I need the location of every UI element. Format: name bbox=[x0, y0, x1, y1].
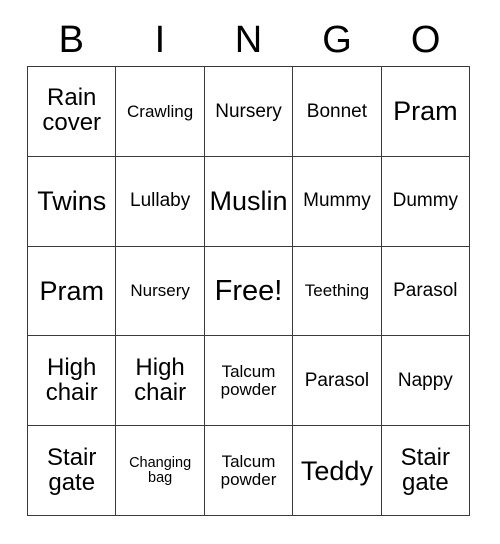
bingo-row: Twins Lullaby Muslin Mummy Dummy bbox=[28, 156, 471, 247]
bingo-header-letter-n: N bbox=[234, 19, 263, 61]
bingo-cell[interactable]: Crawling bbox=[116, 67, 205, 157]
bingo-cell[interactable]: Pram bbox=[28, 246, 117, 337]
bingo-row: Stair gate Changing bag Talcum powder Te… bbox=[28, 426, 471, 516]
bingo-cell[interactable]: Nursery bbox=[204, 67, 294, 157]
bingo-cell-label: Twins bbox=[37, 186, 107, 217]
bingo-row: Rain cover Crawling Nursery Bonnet Pram bbox=[28, 67, 471, 157]
bingo-cell[interactable]: High chair bbox=[116, 336, 205, 427]
bingo-cell-label: Mummy bbox=[303, 190, 371, 212]
bingo-cell-label: Nursery bbox=[130, 281, 190, 301]
bingo-cell-label: Crawling bbox=[127, 101, 194, 121]
bingo-card: B I N G O Rain cover Crawling Nursery Bo… bbox=[0, 0, 500, 544]
bingo-cell[interactable]: Teething bbox=[293, 246, 382, 337]
bingo-cell-label: Muslin bbox=[209, 186, 288, 217]
bingo-cell-label: High chair bbox=[134, 353, 187, 406]
bingo-cell[interactable]: Stair gate bbox=[28, 426, 117, 516]
bingo-cell-label: Parasol bbox=[393, 280, 458, 302]
bingo-header-letter-b: B bbox=[58, 19, 84, 61]
bingo-cell[interactable]: High chair bbox=[28, 336, 117, 427]
bingo-cell[interactable]: Twins bbox=[28, 156, 117, 247]
bingo-cell-label: Bonnet bbox=[306, 100, 368, 122]
bingo-cell[interactable]: Talcum powder bbox=[204, 336, 294, 427]
bingo-cell-label: Lullaby bbox=[130, 190, 191, 212]
bingo-cell-label: Talcum powder bbox=[220, 362, 277, 399]
bingo-cell-label: Stair gate bbox=[400, 443, 450, 496]
bingo-cell[interactable]: Nappy bbox=[381, 336, 471, 427]
bingo-cell[interactable]: Stair gate bbox=[381, 426, 471, 516]
bingo-cell-label: Nursery bbox=[215, 100, 282, 122]
bingo-cell-label: Pram bbox=[393, 96, 458, 127]
bingo-grid: Rain cover Crawling Nursery Bonnet Pram … bbox=[27, 66, 471, 516]
bingo-cell[interactable]: Talcum powder bbox=[204, 426, 294, 516]
bingo-cell-label: Rain cover bbox=[42, 84, 102, 137]
bingo-cell-label: Talcum powder bbox=[220, 451, 277, 489]
bingo-header-letter-i: I bbox=[154, 19, 166, 61]
bingo-cell[interactable]: Mummy bbox=[293, 156, 382, 247]
bingo-header: B I N G O bbox=[27, 16, 470, 64]
bingo-cell[interactable]: Pram bbox=[381, 67, 471, 157]
bingo-header-letter-o: O bbox=[410, 19, 441, 61]
bingo-cell-label: Pram bbox=[39, 275, 104, 306]
bingo-row: Pram Nursery Free! Teething Parasol bbox=[28, 246, 471, 337]
bingo-cell-label: Parasol bbox=[304, 369, 370, 391]
bingo-cell[interactable]: Parasol bbox=[381, 246, 471, 337]
bingo-header-letter-g: G bbox=[322, 19, 352, 61]
bingo-cell[interactable]: Teddy bbox=[293, 426, 382, 516]
bingo-cell[interactable]: Changing bag bbox=[116, 426, 205, 516]
bingo-cell[interactable]: Rain cover bbox=[28, 67, 117, 157]
bingo-cell[interactable]: Bonnet bbox=[293, 67, 382, 157]
bingo-cell[interactable]: Lullaby bbox=[116, 156, 205, 247]
bingo-cell[interactable]: Nursery bbox=[116, 246, 205, 337]
bingo-cell[interactable]: Dummy bbox=[381, 156, 471, 247]
bingo-cell-label: Stair gate bbox=[47, 443, 97, 496]
bingo-cell-label: Teddy bbox=[300, 455, 373, 486]
bingo-free-cell-label: Free! bbox=[214, 274, 283, 307]
bingo-free-cell[interactable]: Free! bbox=[204, 246, 294, 337]
bingo-cell-label: Dummy bbox=[392, 190, 459, 212]
bingo-cell[interactable]: Muslin bbox=[204, 156, 294, 247]
bingo-cell-label: Changing bag bbox=[129, 454, 192, 486]
bingo-cell-label: High chair bbox=[45, 353, 98, 406]
bingo-row: High chair High chair Talcum powder Para… bbox=[28, 336, 471, 427]
bingo-cell-label: Teething bbox=[304, 281, 370, 301]
bingo-cell-label: Nappy bbox=[397, 369, 453, 391]
bingo-cell[interactable]: Parasol bbox=[293, 336, 382, 427]
